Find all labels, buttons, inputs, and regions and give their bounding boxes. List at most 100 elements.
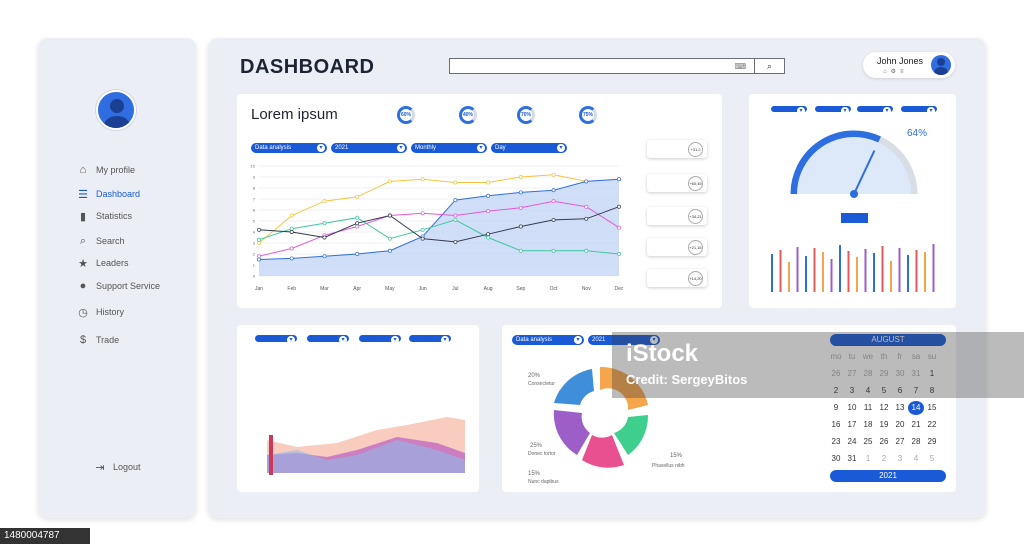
data-point (518, 205, 523, 210)
data-point (486, 180, 491, 185)
calendar-day[interactable]: 13 (892, 401, 908, 415)
data-point (486, 193, 491, 198)
calendar-day[interactable]: 11 (860, 401, 876, 415)
user-avatar[interactable] (931, 55, 951, 75)
data-point (322, 199, 327, 204)
gauge-chart: 64% (771, 128, 935, 292)
calendar-day[interactable]: 27 (892, 435, 908, 449)
data-point (518, 175, 523, 179)
sidebar-item-history[interactable]: ◷ History (76, 304, 124, 320)
logout-button[interactable]: ⇥ Logout (93, 459, 140, 475)
calendar-day[interactable]: 16 (828, 418, 844, 432)
calendar-day[interactable]: 18 (860, 418, 876, 432)
data-point (453, 217, 458, 222)
calendar-day[interactable]: 9 (828, 401, 844, 415)
x-tick-label: Apr (353, 286, 361, 292)
data-point (617, 204, 621, 209)
data-point (257, 227, 261, 232)
calendar-day[interactable]: 14 (908, 401, 924, 415)
calendar-day[interactable]: 3 (892, 452, 908, 466)
data-point (453, 213, 458, 218)
gauge-bar (796, 247, 799, 292)
gauge-bar (779, 250, 782, 292)
x-tick-label: Jul (452, 286, 458, 292)
data-point (355, 221, 360, 226)
image-id: 1480004787 (0, 528, 90, 544)
data-point (355, 215, 360, 220)
data-point (453, 180, 458, 185)
stat-card-1: +31,2 (647, 140, 707, 158)
sidebar-item-support[interactable]: ● Support Service (76, 278, 160, 294)
calendar-day[interactable]: 19 (876, 418, 892, 432)
calendar-day[interactable]: 5 (924, 452, 940, 466)
gauge-bar (830, 259, 833, 292)
profile-avatar[interactable] (96, 90, 136, 130)
calendar-day[interactable]: 4 (908, 452, 924, 466)
data-point (355, 194, 360, 199)
filter-period[interactable]: Monthly (411, 143, 487, 153)
calendar-day[interactable]: 25 (860, 435, 876, 449)
calendar-day[interactable]: 28 (908, 435, 924, 449)
ring-2: 40% (459, 106, 477, 124)
pie-filter-1[interactable]: Data analysis (512, 335, 584, 345)
calendar-day[interactable]: 20 (892, 418, 908, 432)
gauge-bar (932, 244, 935, 292)
data-point (486, 235, 491, 240)
gauge-bar (881, 246, 884, 292)
filter-data-analysis[interactable]: Data analysis (251, 143, 327, 153)
calendar-day[interactable]: 10 (844, 401, 860, 415)
stat-card-5: +14,20 (647, 269, 707, 287)
calendar-day[interactable]: 1 (860, 452, 876, 466)
x-tick-label: Aug (484, 286, 493, 292)
sidebar-item-dashboard[interactable]: ☰ Dashboard (76, 186, 140, 202)
search-input[interactable]: ⌨ ⌕ (449, 58, 785, 74)
data-point (355, 224, 360, 229)
calendar-day[interactable]: 15 (924, 401, 940, 415)
calendar-day[interactable]: 30 (828, 452, 844, 466)
watermark-credit: Credit: SergeyBitos (626, 372, 748, 387)
sidebar-item-my-profile[interactable]: ⌂ My profile (76, 162, 135, 178)
calendar-year[interactable]: 2021 (830, 470, 946, 482)
calendar-day[interactable]: 29 (924, 435, 940, 449)
x-tick-label: Jan (255, 286, 263, 292)
calendar-day[interactable]: 23 (828, 435, 844, 449)
y-tick-label: 1 (253, 263, 256, 268)
card-title: Lorem ipsum (251, 106, 338, 123)
gauge-bar (907, 255, 909, 292)
list-icon: ☰ (78, 188, 88, 201)
y-tick-label: 2 (253, 252, 256, 257)
sidebar-item-search[interactable]: ⌕ Search (76, 233, 125, 249)
user-action-icons[interactable]: ⌂⚙≡ (883, 68, 908, 75)
calendar-day[interactable]: 24 (844, 435, 860, 449)
data-point (420, 211, 425, 216)
search-icon: ⌕ (79, 234, 87, 247)
svg-text:64%: 64% (907, 128, 927, 139)
sidebar-item-leaders[interactable]: ★ Leaders (76, 255, 128, 271)
stat-card-3: +34,21 (647, 207, 707, 225)
calendar-day[interactable]: 12 (876, 401, 892, 415)
data-point (617, 177, 621, 182)
gauge-bar (898, 248, 901, 292)
data-point (322, 235, 327, 240)
calendar-day[interactable]: 21 (908, 418, 924, 432)
filter-day[interactable]: Day (491, 143, 567, 153)
calendar-day[interactable]: 31 (844, 452, 860, 466)
user-badge[interactable]: John Jones ⌂⚙≡ (863, 52, 955, 78)
bar-chart-icon: ▮ (79, 210, 87, 223)
sidebar-item-statistics[interactable]: ▮ Statistics (76, 208, 132, 224)
calendar-day[interactable]: 2 (876, 452, 892, 466)
data-point (420, 236, 425, 241)
keyboard-icon[interactable]: ⌨ (734, 62, 746, 71)
search-button[interactable]: ⌕ (754, 59, 784, 73)
gauge-card: 64% (749, 94, 956, 308)
calendar-day[interactable]: 22 (924, 418, 940, 432)
calendar-day[interactable]: 17 (844, 418, 860, 432)
data-point (551, 248, 556, 253)
calendar-day[interactable]: 26 (876, 435, 892, 449)
sidebar-item-trade[interactable]: $ Trade (76, 332, 119, 348)
filter-year[interactable]: 2021 (331, 143, 407, 153)
gauge-bar (924, 252, 926, 292)
data-point (584, 204, 589, 209)
gauge-bar (822, 252, 824, 292)
data-point (551, 199, 556, 204)
